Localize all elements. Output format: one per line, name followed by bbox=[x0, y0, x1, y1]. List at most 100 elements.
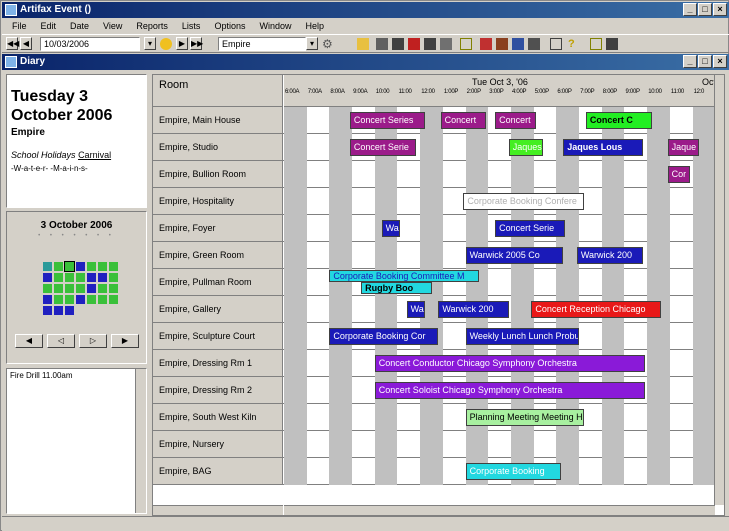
mini-calendar-day[interactable] bbox=[109, 262, 118, 271]
close-button[interactable]: × bbox=[713, 3, 727, 16]
room-label[interactable]: Empire, Studio bbox=[153, 134, 283, 160]
menu-date[interactable]: Date bbox=[68, 21, 91, 31]
booking-event[interactable]: Cor bbox=[667, 166, 691, 183]
room-row[interactable]: Empire, Foyer bbox=[153, 215, 716, 242]
menu-view[interactable]: View bbox=[101, 21, 124, 31]
booking-event[interactable]: Corporate Booking Committee M bbox=[329, 270, 480, 282]
date-field[interactable]: 10/03/2006 bbox=[40, 37, 140, 51]
next-date-button[interactable]: ▶ bbox=[176, 37, 188, 50]
grid-vertical-scrollbar[interactable] bbox=[714, 75, 724, 505]
contacts-icon[interactable] bbox=[512, 38, 524, 50]
last-date-button[interactable]: ▶▶ bbox=[190, 37, 203, 50]
mini-calendar-day[interactable] bbox=[54, 262, 63, 271]
booking-event[interactable]: Warwick 200 bbox=[576, 247, 643, 264]
sun-icon[interactable] bbox=[160, 38, 172, 50]
room-label[interactable]: Empire, Sculpture Court bbox=[153, 323, 283, 349]
menu-options[interactable]: Options bbox=[212, 21, 247, 31]
room-label[interactable]: Empire, Dressing Rm 2 bbox=[153, 377, 283, 403]
holiday-link[interactable]: Carnival bbox=[78, 150, 111, 160]
room-label[interactable]: Empire, BAG bbox=[153, 458, 283, 484]
room-label[interactable]: Empire, Nursery bbox=[153, 431, 283, 457]
window-icon[interactable] bbox=[550, 38, 562, 50]
booking-event[interactable]: Concert Soloist Chicago Symphony Orchest… bbox=[374, 382, 645, 399]
booking-event[interactable]: Jaques L bbox=[508, 139, 543, 156]
booking-event[interactable]: Concert Reception Chicago bbox=[531, 301, 661, 318]
room-label[interactable]: Empire, Pullman Room bbox=[153, 269, 283, 295]
notes-scrollbar[interactable] bbox=[135, 369, 146, 513]
room-row[interactable]: Empire, Bullion Room bbox=[153, 161, 716, 188]
venue-select[interactable]: Empire bbox=[218, 37, 306, 51]
booking-event[interactable]: Rugby Boo bbox=[361, 282, 432, 294]
first-date-button[interactable]: ◀◀ bbox=[6, 37, 19, 50]
mini-calendar-day[interactable] bbox=[65, 295, 74, 304]
mini-calendar-day[interactable] bbox=[87, 273, 96, 282]
mini-calendar-day[interactable] bbox=[43, 295, 52, 304]
room-label[interactable]: Empire, Foyer bbox=[153, 215, 283, 241]
grid-view-icon[interactable] bbox=[376, 38, 388, 50]
booking-event[interactable]: Corporate Booking Cor bbox=[329, 328, 439, 345]
mini-calendar-day[interactable] bbox=[65, 306, 74, 315]
booking-event[interactable]: Warwick 200 bbox=[438, 301, 509, 318]
mini-calendar-day[interactable] bbox=[43, 284, 52, 293]
mini-calendar-day[interactable] bbox=[54, 295, 63, 304]
room-horizontal-scrollbar[interactable] bbox=[153, 505, 283, 515]
list-view-icon[interactable] bbox=[392, 38, 404, 50]
checklist-icon[interactable] bbox=[590, 38, 602, 50]
booking-event[interactable]: Concert Serie bbox=[349, 139, 416, 156]
mini-calendar-day[interactable] bbox=[87, 262, 96, 271]
diary-close-button[interactable]: × bbox=[713, 55, 727, 68]
mini-calendar-day[interactable] bbox=[98, 262, 107, 271]
mini-calendar-day[interactable] bbox=[54, 273, 63, 282]
booking-event[interactable]: Concert C bbox=[585, 112, 652, 129]
print-icon[interactable] bbox=[528, 38, 540, 50]
people-icon[interactable] bbox=[480, 38, 492, 50]
room-label[interactable]: Empire, Green Room bbox=[153, 242, 283, 268]
mini-calendar-day[interactable] bbox=[87, 295, 96, 304]
people-group-icon[interactable] bbox=[496, 38, 508, 50]
resource-view-icon[interactable] bbox=[440, 38, 452, 50]
menu-lists[interactable]: Lists bbox=[180, 21, 203, 31]
menu-window[interactable]: Window bbox=[257, 21, 293, 31]
app-titlebar[interactable]: Artifax Event () _ □ × bbox=[2, 2, 729, 18]
mini-calendar-day[interactable] bbox=[54, 306, 63, 315]
booking-event[interactable]: Corporate Booking bbox=[465, 463, 561, 480]
menu-edit[interactable]: Edit bbox=[39, 21, 59, 31]
menu-help[interactable]: Help bbox=[303, 21, 326, 31]
booking-event[interactable]: Warwick 2005 Co bbox=[465, 247, 564, 264]
booking-event[interactable]: Weekly Lunch Lunch Probus bbox=[465, 328, 580, 345]
room-label[interactable]: Empire, Hospitality bbox=[153, 188, 283, 214]
room-row[interactable]: Empire, BAG bbox=[153, 458, 716, 485]
mini-calendar-day[interactable] bbox=[43, 273, 52, 282]
diary-maximize-button[interactable]: □ bbox=[698, 55, 712, 68]
mini-calendar-day[interactable] bbox=[54, 284, 63, 293]
booking-event[interactable]: Planning Meeting Meeting Ha bbox=[465, 409, 584, 426]
room-row[interactable]: Empire, South West Kiln bbox=[153, 404, 716, 431]
booking-event[interactable]: Warw bbox=[381, 220, 400, 237]
venue-dropdown-button[interactable]: ▾ bbox=[306, 37, 318, 50]
booking-event[interactable]: Concert Conductor Chicago Symphony Orche… bbox=[374, 355, 645, 372]
booking-event[interactable]: Corporate Booking Confere bbox=[463, 193, 584, 210]
diary-minimize-button[interactable]: _ bbox=[683, 55, 697, 68]
bookings-icon[interactable] bbox=[357, 38, 369, 50]
help-icon[interactable]: ? bbox=[568, 38, 580, 50]
mini-calendar-day[interactable] bbox=[109, 273, 118, 282]
mini-calendar-day[interactable] bbox=[98, 273, 107, 282]
mini-calendar-day[interactable] bbox=[64, 261, 75, 272]
date-dropdown-button[interactable]: ▾ bbox=[144, 37, 156, 50]
prev-month-button[interactable]: ◀ bbox=[15, 334, 43, 348]
room-row[interactable]: Empire, Hospitality bbox=[153, 188, 716, 215]
mini-calendar-day[interactable] bbox=[76, 273, 85, 282]
menu-reports[interactable]: Reports bbox=[134, 21, 170, 31]
mini-calendar-day[interactable] bbox=[65, 273, 74, 282]
tools-icon[interactable] bbox=[606, 38, 618, 50]
mini-calendar-day[interactable] bbox=[43, 262, 52, 271]
booking-event[interactable]: Warw bbox=[406, 301, 425, 318]
booking-event[interactable]: Concert Series bbox=[349, 112, 425, 129]
room-label[interactable]: Empire, Dressing Rm 1 bbox=[153, 350, 283, 376]
room-label[interactable]: Empire, Main House bbox=[153, 107, 283, 133]
booking-event[interactable]: Concert Serie bbox=[495, 220, 566, 237]
mini-calendar-day[interactable] bbox=[109, 295, 118, 304]
next-month-button[interactable]: ▶ bbox=[111, 334, 139, 348]
mini-calendar-day[interactable] bbox=[109, 284, 118, 293]
room-label[interactable]: Empire, South West Kiln bbox=[153, 404, 283, 430]
